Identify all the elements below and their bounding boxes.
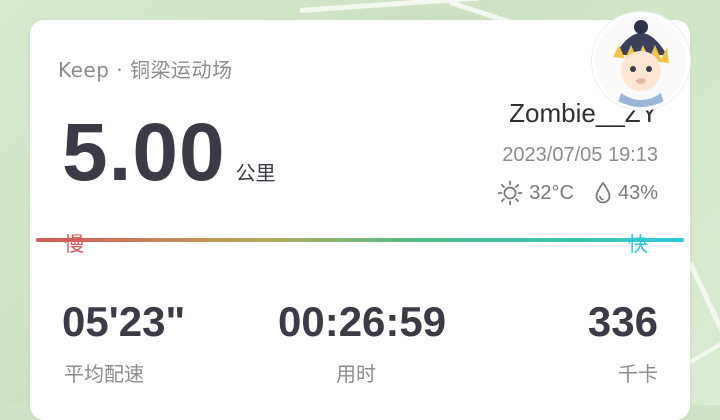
weather-info: 32°C 43% xyxy=(497,180,658,206)
distance-display: 5.00 公里 xyxy=(62,112,276,194)
map-road xyxy=(689,330,720,364)
pace-label: 平均配速 xyxy=(64,362,144,386)
calories-value: 336 xyxy=(587,298,658,345)
distance-value: 5.00 xyxy=(62,107,226,198)
map-road xyxy=(687,261,720,337)
temperature: 32°C xyxy=(529,181,574,204)
speed-slow-label: 慢 xyxy=(64,232,84,256)
workout-summary-card: Keep · 铜梁运动场 5.00 公里 Zombie__ZY 2023/07/… xyxy=(30,12,690,420)
workout-source: Keep · 铜梁运动场 xyxy=(58,58,233,82)
speed-gradient-bar xyxy=(36,238,684,242)
sun-icon xyxy=(497,180,523,206)
pace-value: 05'23" xyxy=(62,298,186,345)
distance-unit: 公里 xyxy=(235,161,276,185)
calories-label: 千卡 xyxy=(618,362,658,386)
avatar[interactable] xyxy=(592,12,690,110)
humidity: 43% xyxy=(617,181,658,204)
workout-datetime: 2023/07/05 19:13 xyxy=(502,144,658,166)
duration-value: 00:26:59 xyxy=(278,298,447,345)
droplet-icon xyxy=(594,181,612,205)
speed-fast-label: 快 xyxy=(628,232,648,256)
duration-label: 用时 xyxy=(336,362,376,386)
avatar-illustration xyxy=(595,15,687,107)
